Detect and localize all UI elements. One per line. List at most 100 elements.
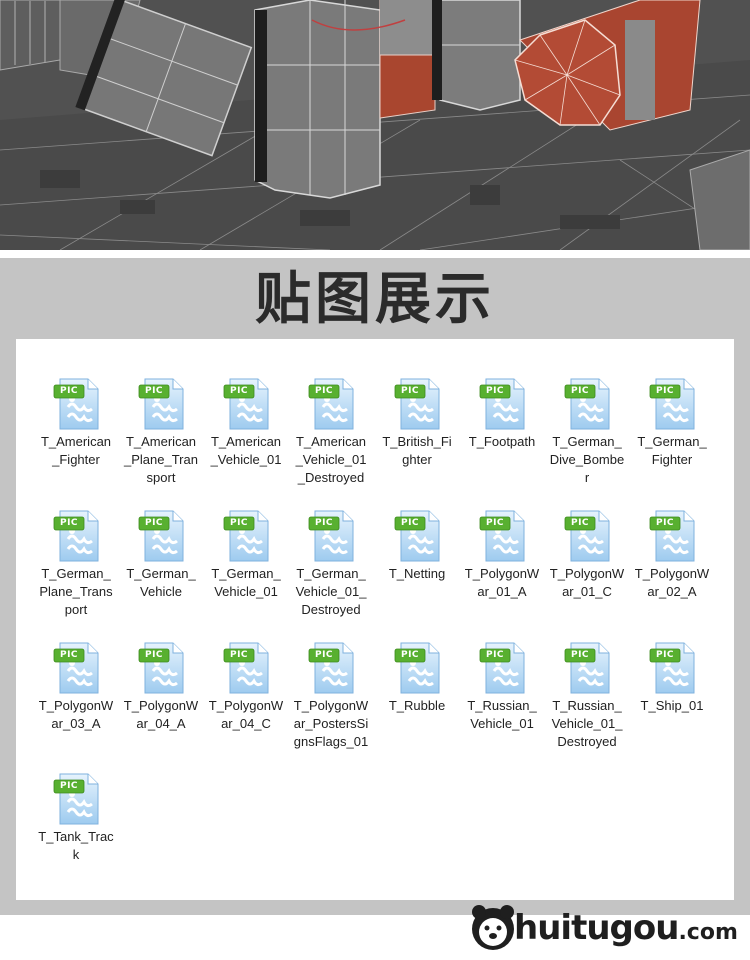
file-name-label: T_PolygonWar_01_A [464,566,540,599]
pic-file-icon: PIC [135,377,187,431]
file-item[interactable]: PIC T_Netting [379,509,455,583]
file-name-label: T_British_Fighter [382,434,452,467]
pic-badge-label: PIC [144,518,164,528]
file-item[interactable]: PIC T_German_Plane_Transport [38,509,114,619]
pic-badge-label: PIC [400,386,420,396]
file-name-label: T_PolygonWar_04_C [208,698,284,731]
file-item[interactable]: PIC T_American_Vehicle_01_Destroyed [293,377,369,487]
pic-file-icon: PIC [391,641,443,695]
file-item[interactable]: PIC T_PolygonWar_02_A [634,509,710,601]
file-item[interactable]: PIC T_British_Fighter [379,377,455,469]
pic-file-icon: PIC [646,641,698,695]
file-item[interactable]: PIC T_Footpath [464,377,540,451]
file-name-label: T_Russian_Vehicle_01 [467,698,537,731]
file-name-label: T_American_Fighter [40,434,112,467]
pic-badge-label: PIC [229,650,249,660]
pic-file-icon: PIC [305,641,357,695]
file-name-label: T_Netting [388,566,446,581]
pic-file-icon: PIC [50,509,102,563]
site-logo: huitugou.com [470,898,740,958]
pic-file-icon: PIC [476,641,528,695]
file-name-label: T_Rubble [388,698,446,713]
file-name-label: T_German_Fighter [637,434,707,467]
file-item[interactable]: PIC T_Rubble [379,641,455,715]
file-name-label: T_PolygonWar_01_C [549,566,625,599]
pic-file-icon: PIC [50,641,102,695]
file-item[interactable]: PIC T_German_Dive_Bomber [549,377,625,487]
pic-badge-label: PIC [400,650,420,660]
pic-badge-label: PIC [314,518,334,528]
pic-file-icon: PIC [135,509,187,563]
file-item[interactable]: PIC T_Tank_Track [38,772,114,864]
pic-badge-label: PIC [485,650,505,660]
file-name-label: T_American_Vehicle_01 [210,434,282,467]
file-name-label: T_American_Vehicle_01_Destroyed [295,434,367,485]
file-item[interactable]: PIC T_Russian_Vehicle_01 [464,641,540,733]
pic-file-icon: PIC [646,377,698,431]
pic-badge-label: PIC [655,650,675,660]
pic-badge-label: PIC [144,650,164,660]
pic-file-icon: PIC [646,509,698,563]
file-item[interactable]: PIC T_Russian_Vehicle_01_Destroyed [549,641,625,751]
pic-badge-label: PIC [314,386,334,396]
pic-file-icon: PIC [50,377,102,431]
pic-badge-label: PIC [400,518,420,528]
model-render-image [0,0,750,250]
file-item[interactable]: PIC T_American_Fighter [38,377,114,469]
pic-file-icon: PIC [476,377,528,431]
divider [0,250,750,258]
pic-badge-label: PIC [485,386,505,396]
file-item[interactable]: PIC T_American_Plane_Transport [123,377,199,487]
file-name-label: T_German_Vehicle_01_Destroyed [295,566,367,617]
file-name-label: T_Russian_Vehicle_01_Destroyed [551,698,623,749]
logo-main: huitugou [514,908,679,948]
pic-badge-label: PIC [570,518,590,528]
file-item[interactable]: PIC T_American_Vehicle_01 [208,377,284,469]
pic-badge-label: PIC [144,386,164,396]
file-item[interactable]: PIC T_German_Vehicle_01 [208,509,284,601]
file-item[interactable]: PIC T_PolygonWar_01_A [464,509,540,601]
file-name-label: T_PolygonWar_02_A [634,566,710,599]
pic-file-icon: PIC [220,641,272,695]
pic-badge-label: PIC [59,518,79,528]
file-name-label: T_Footpath [468,434,536,449]
file-name-label: T_PolygonWar_04_A [123,698,199,731]
pic-file-icon: PIC [391,509,443,563]
pic-badge-label: PIC [229,518,249,528]
file-item[interactable]: PIC T_PolygonWar_PostersSignsFlags_01 [293,641,369,751]
file-name-label: T_PolygonWar_PostersSignsFlags_01 [293,698,369,749]
file-item[interactable]: PIC T_German_Vehicle [123,509,199,601]
file-name-label: T_German_Dive_Bomber [549,434,625,485]
file-grid-panel: PIC T_American_Fighter PIC T_American_Plane… [16,339,734,900]
pic-file-icon: PIC [305,377,357,431]
file-name-label: T_American_Plane_Transport [124,434,198,485]
pic-file-icon: PIC [476,509,528,563]
logo-suffix: .com [678,920,738,945]
file-item[interactable]: PIC T_PolygonWar_04_A [123,641,199,733]
file-name-label: T_German_Vehicle [126,566,196,599]
file-item[interactable]: PIC T_German_Vehicle_01_Destroyed [293,509,369,619]
pic-file-icon: PIC [50,772,102,826]
pic-file-icon: PIC [561,641,613,695]
file-item[interactable]: PIC T_PolygonWar_04_C [208,641,284,733]
pic-file-icon: PIC [220,377,272,431]
pic-badge-label: PIC [570,650,590,660]
file-item[interactable]: PIC T_Ship_01 [634,641,710,715]
pic-badge-label: PIC [655,518,675,528]
section-title: 贴图展示 [255,267,495,332]
pic-file-icon: PIC [391,377,443,431]
file-name-label: T_German_Plane_Transport [39,566,113,617]
pic-file-icon: PIC [305,509,357,563]
pic-file-icon: PIC [561,509,613,563]
file-item[interactable]: PIC T_PolygonWar_03_A [38,641,114,733]
pic-badge-label: PIC [570,386,590,396]
pic-file-icon: PIC [561,377,613,431]
pic-badge-label: PIC [314,650,334,660]
logo-text: huitugou.com [514,908,738,953]
pic-badge-label: PIC [59,650,79,660]
pic-badge-label: PIC [655,386,675,396]
file-name-label: T_German_Vehicle_01 [211,566,281,599]
file-item[interactable]: PIC T_German_Fighter [634,377,710,469]
file-item[interactable]: PIC T_PolygonWar_01_C [549,509,625,601]
file-name-label: T_Ship_01 [640,698,704,713]
